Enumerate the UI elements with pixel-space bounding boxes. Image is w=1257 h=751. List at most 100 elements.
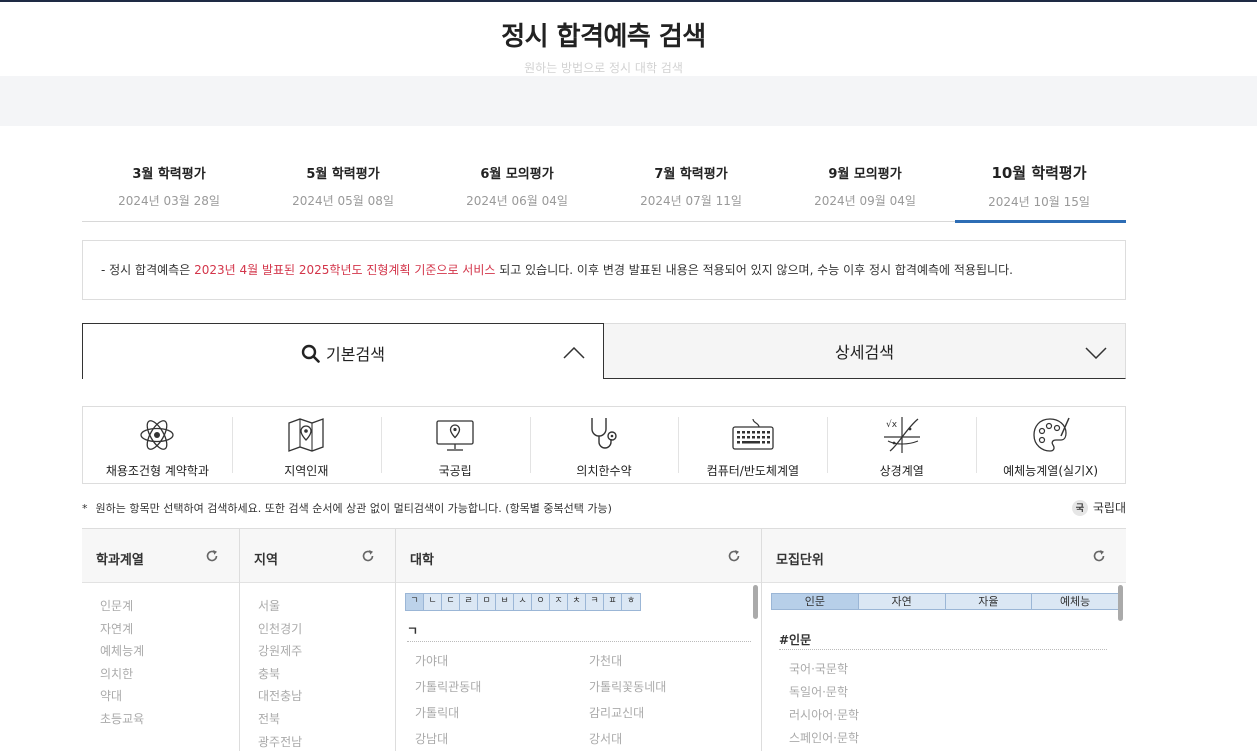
category-label: 컴퓨터/반도체계열 [706,464,800,478]
region-item[interactable]: 강원제주 [258,640,395,663]
initial-consonant-filter: ㄱ ㄴ ㄷ ㄹ ㅁ ㅂ ㅅ ㅇ ㅈ ㅊ ㅋ ㅍ ㅎ [405,593,641,611]
exam-tab-october[interactable]: 10월 학력평가 2024년 10월 15일 [952,155,1126,223]
exam-tab-june[interactable]: 6월 모의평가 2024년 06월 04일 [430,155,604,221]
page-header: 정시 합격예측 검색 원하는 방법으로 정시 대학 검색 [0,2,1257,126]
major-item[interactable]: 러시아어·문학 [789,704,859,727]
monitor-location-icon [436,420,474,451]
category-label: 채용조건형 계약학과 [105,464,210,478]
exam-tab-name: 3월 학력평가 [132,167,206,182]
jamo-button[interactable]: ㅅ [514,594,532,610]
palette-icon [1032,417,1070,452]
region-item[interactable]: 인천경기 [258,618,395,641]
exam-tab-name: 6월 모의평가 [480,167,554,182]
jamo-button[interactable]: ㄷ [442,594,460,610]
jamo-button[interactable]: ㅋ [586,594,604,610]
jamo-button[interactable]: ㄹ [460,594,478,610]
region-item[interactable]: 광주전남 [258,731,395,751]
region-item[interactable]: 전북 [258,708,395,731]
exam-tab-march[interactable]: 3월 학력평가 2024년 03월 28일 [82,155,256,221]
jamo-button[interactable]: ㄴ [424,594,442,610]
filter-panels: 학과계열 인문계 자연계 예체능계 의치한 약대 초등교육 지역 서울 인천경기… [82,528,1126,751]
panel-header: 지역 [240,529,395,583]
refresh-icon[interactable] [1092,548,1106,567]
math-graph-icon: √x [883,417,920,453]
field-item[interactable]: 예체능계 [100,640,239,663]
field-item[interactable]: 초등교육 [100,708,239,731]
region-item[interactable]: 충북 [258,663,395,686]
unit-tab[interactable]: 예체능 [1032,594,1118,609]
field-item[interactable]: 약대 [100,685,239,708]
jamo-button[interactable]: ㅍ [604,594,622,610]
refresh-icon[interactable] [361,548,375,567]
region-item[interactable]: 대전충남 [258,685,395,708]
category-label: 상경계열 [879,464,924,478]
jamo-button[interactable]: ㅇ [532,594,550,610]
category-medical[interactable]: 의치한수약 [529,407,679,483]
refresh-icon[interactable] [727,548,741,567]
university-item[interactable]: 가톨릭관동대 [415,676,589,698]
category-row: 채용조건형 계약학과 지역인재 국공립 의치한수약 컴퓨터/반도체계열 √x 상… [82,406,1126,484]
chevron-down-icon[interactable] [1085,344,1107,363]
svg-text:√x: √x [886,419,898,430]
jamo-button[interactable]: ㅎ [622,594,640,610]
guide-text: 원하는 항목만 선택하여 검색하세요. 또한 검색 순서에 상관 없이 멀티검색… [95,502,612,515]
unit-field-tabs: 인문 자연 자율 예체능 [771,593,1119,610]
exam-tab-september[interactable]: 9월 모의평가 2024년 09월 04일 [778,155,952,221]
unit-tab[interactable]: 자연 [858,594,946,609]
university-scrollbar[interactable] [753,585,758,619]
exam-tab-date: 2024년 03월 28일 [118,194,220,208]
university-item[interactable]: 감리교신대 [589,702,755,724]
jamo-button[interactable]: ㅊ [568,594,586,610]
major-item[interactable]: 국어·국문학 [789,658,859,681]
university-section-heading: ㄱ [407,624,419,638]
exam-tab-name: 10월 학력평가 [991,164,1087,182]
category-label: 의치한수약 [576,464,632,478]
notice-text-prefix: - 정시 합격예측은 [101,263,195,277]
category-contract-dept[interactable]: 채용조건형 계약학과 [83,407,232,483]
chevron-up-icon[interactable] [563,344,585,363]
header-band [0,76,1257,126]
major-item[interactable]: 스페인어·문학 [789,727,859,750]
major-item[interactable]: 독일어·문학 [789,681,859,704]
exam-tab-july[interactable]: 7월 학력평가 2024년 07월 11일 [604,155,778,221]
university-list: 가야대 가천대 가톨릭관동대 가톨릭꽃동네대 가톨릭대 감리교신대 강남대 강서… [415,650,755,750]
exam-tab-may[interactable]: 5월 학력평가 2024년 05월 08일 [256,155,430,221]
exam-tabs: 3월 학력평가 2024년 03월 28일 5월 학력평가 2024년 05월 … [82,155,1126,223]
panel-title: 지역 [254,553,278,568]
tab-detail-search[interactable]: 상세검색 [604,323,1126,379]
panel-title: 대학 [410,553,434,568]
university-item[interactable]: 가톨릭꽃동네대 [589,676,755,698]
field-item[interactable]: 인문계 [100,595,239,618]
university-item[interactable]: 가톨릭대 [415,702,589,724]
university-item[interactable]: 가천대 [589,650,755,672]
tab-basic-search[interactable]: 기본검색 [82,323,604,379]
notice-highlight: 2023년 4월 발표된 2025학년도 진형계획 기준으로 서비스 [194,263,496,277]
exam-tab-date: 2024년 07월 11일 [640,194,742,208]
category-computer-semiconductor[interactable]: 컴퓨터/반도체계열 [678,407,827,483]
jamo-button[interactable]: ㅂ [496,594,514,610]
university-item[interactable]: 가야대 [415,650,589,672]
unit-scrollbar[interactable] [1118,585,1123,621]
category-regional-talent[interactable]: 지역인재 [231,407,381,483]
notice-text-suffix: 되고 있습니다. 이후 변경 발표된 내용은 적용되어 있지 않으며, 수능 이… [495,263,1013,277]
unit-tab[interactable]: 인문 [772,594,859,609]
category-national-public[interactable]: 국공립 [380,407,530,483]
notice-box: - 정시 합격예측은 2023년 4월 발표된 2025학년도 진형계획 기준으… [82,240,1126,300]
jamo-button[interactable]: ㅁ [478,594,496,610]
guide-star: * [82,502,88,515]
refresh-icon[interactable] [205,548,219,567]
national-badge: 국 [1071,499,1088,516]
category-label: 국공립 [438,464,472,478]
category-business[interactable]: √x 상경계열 [827,407,976,483]
field-item[interactable]: 의치한 [100,663,239,686]
category-arts-sports[interactable]: 예체능계열(실기X) [976,407,1125,483]
university-item[interactable]: 강남대 [415,728,589,750]
region-item[interactable]: 서울 [258,595,395,618]
section-divider [407,641,751,642]
panel-header: 대학 [396,529,761,583]
unit-tab[interactable]: 자율 [945,594,1033,609]
university-item[interactable]: 강서대 [589,728,755,750]
jamo-button[interactable]: ㄱ [406,594,424,610]
jamo-button[interactable]: ㅈ [550,594,568,610]
field-item[interactable]: 자연계 [100,618,239,641]
